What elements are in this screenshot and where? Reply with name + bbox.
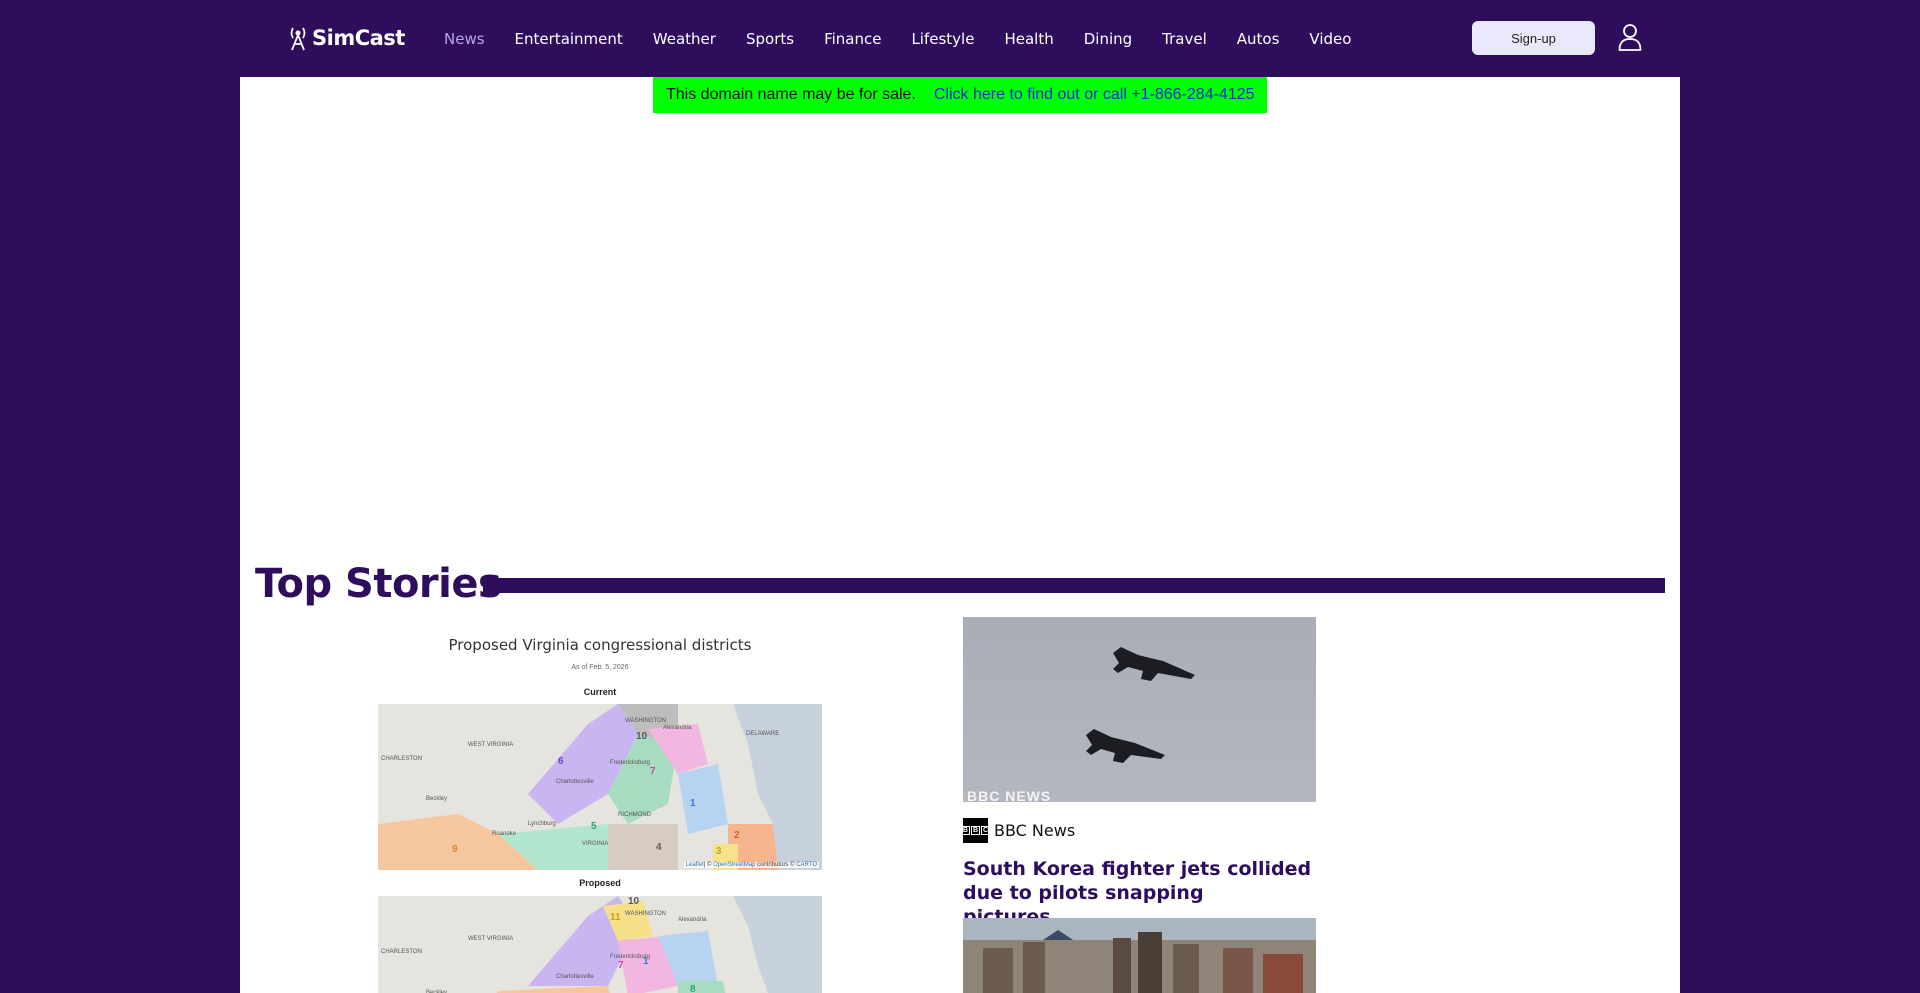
district-label: 1 xyxy=(643,956,649,967)
fighter-jets-image[interactable]: BBC NEWS xyxy=(963,617,1316,802)
map-label-richmond: RICHMOND xyxy=(618,812,652,818)
nav-weather[interactable]: Weather xyxy=(653,30,716,48)
map-label-charlottesville: Charlottesville xyxy=(556,974,594,980)
virginia-districts-story[interactable]: Proposed Virginia congressional district… xyxy=(378,623,822,993)
city-aerial-image[interactable] xyxy=(963,918,1316,993)
map-label-charleston: CHARLESTON xyxy=(381,756,422,762)
nav-news[interactable]: News xyxy=(444,30,485,48)
proposed-districts-map: WEST VIRGINIA CHARLESTON Beckley WASHING… xyxy=(378,896,822,993)
user-icon[interactable] xyxy=(1618,23,1642,51)
nav-autos[interactable]: Autos xyxy=(1237,30,1280,48)
district-label: 2 xyxy=(734,830,740,841)
map-label-beckley: Beckley xyxy=(426,796,447,802)
map-title: Proposed Virginia congressional district… xyxy=(448,636,752,654)
top-stories-heading: Top Stories xyxy=(255,561,502,607)
district-label: 10 xyxy=(636,731,648,742)
nav-health[interactable]: Health xyxy=(1004,30,1053,48)
district-label: 6 xyxy=(558,756,564,767)
nav-video[interactable]: Video xyxy=(1309,30,1351,48)
map-label-fredericksburg: Fredericksburg xyxy=(610,760,650,766)
bbc-logo-letter: C xyxy=(981,826,991,835)
map-label-charleston: CHARLESTON xyxy=(381,949,422,955)
main-content: This domain name may be for sale. Click … xyxy=(240,77,1680,993)
map-label-alexandria: Alexandria xyxy=(663,725,692,731)
domain-sale-banner: This domain name may be for sale. Click … xyxy=(653,77,1267,113)
district-label: 5 xyxy=(591,821,597,832)
nav-dining[interactable]: Dining xyxy=(1084,30,1132,48)
bbc-news-watermark: BBC NEWS xyxy=(967,788,1052,802)
district-label: 10 xyxy=(628,896,640,907)
attribution-text: | © xyxy=(703,862,714,868)
district-label: 11 xyxy=(610,912,621,923)
nav-sports[interactable]: Sports xyxy=(746,30,794,48)
current-districts-map: WEST VIRGINIA CHARLESTON Beckley WASHING… xyxy=(378,704,822,870)
proposed-map-label: Proposed xyxy=(579,878,621,888)
carto-link[interactable]: CARTO xyxy=(796,862,817,868)
openstreetmap-link[interactable]: OpenStreetMap xyxy=(713,862,755,868)
map-label-west-virginia: WEST VIRGINIA xyxy=(468,936,513,942)
leaflet-link[interactable]: Leaflet xyxy=(686,862,704,868)
map-label-washington: WASHINGTON xyxy=(625,718,666,724)
source-name: BBC News xyxy=(994,821,1076,840)
bbc-logo-icon: BBC xyxy=(960,818,991,843)
map-label-roanoke: Roanoke xyxy=(492,831,517,837)
nav-travel[interactable]: Travel xyxy=(1162,30,1207,48)
main-nav: News Entertainment Weather Sports Financ… xyxy=(444,30,1381,48)
site-header: SimCast News Entertainment Weather Sport… xyxy=(0,0,1920,77)
current-map-label: Current xyxy=(583,687,617,697)
district-label: 8 xyxy=(690,984,696,993)
broadcast-tower-icon xyxy=(290,27,306,51)
map-label-alexandria: Alexandria xyxy=(678,917,707,923)
brand-name: SimCast xyxy=(312,26,405,50)
attribution-text: contributors © xyxy=(755,862,797,868)
heading-divider xyxy=(483,578,1665,593)
district-label: 7 xyxy=(618,960,624,971)
district-label: 7 xyxy=(650,766,656,777)
domain-sale-link[interactable]: Click here to find out or call +1-866-28… xyxy=(934,86,1255,104)
map-label-charlottesville: Charlottesville xyxy=(556,779,594,785)
map-label-virginia: VIRGINIA xyxy=(582,841,608,847)
map-attribution: Leaflet| © OpenStreetMap contributors © … xyxy=(683,862,819,868)
district-label: 4 xyxy=(656,842,662,853)
banner-text: This domain name may be for sale. xyxy=(666,86,916,103)
story-source[interactable]: BBC BBC News xyxy=(960,818,1076,843)
simcast-logo[interactable]: SimCast xyxy=(288,24,405,52)
map-label-delaware: DELAWARE xyxy=(746,731,779,737)
district-label: 1 xyxy=(690,798,696,809)
map-date: As of Feb. 5, 2026 xyxy=(571,664,629,671)
map-label-washington: WASHINGTON xyxy=(625,911,666,917)
district-label: 3 xyxy=(716,846,722,857)
district-label: 9 xyxy=(452,844,458,855)
signup-button[interactable]: Sign-up xyxy=(1472,21,1595,55)
bbc-logo-letter: B xyxy=(960,826,970,835)
nav-entertainment[interactable]: Entertainment xyxy=(515,30,623,48)
nav-finance[interactable]: Finance xyxy=(824,30,881,48)
map-label-west-virginia: WEST VIRGINIA xyxy=(468,742,513,748)
nav-lifestyle[interactable]: Lifestyle xyxy=(911,30,974,48)
bbc-logo-letter: B xyxy=(970,826,981,835)
map-label-lynchburg: Lynchburg xyxy=(528,821,556,827)
